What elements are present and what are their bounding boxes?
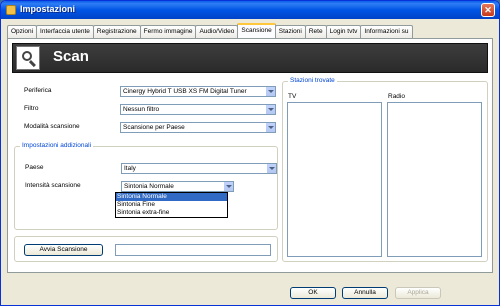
modalita-label: Modalità scansione: [24, 123, 80, 130]
tab-opzioni[interactable]: Opzioni: [7, 25, 38, 38]
start-scan-button[interactable]: Avvia Scansione: [24, 244, 103, 256]
close-button[interactable]: ✕: [481, 3, 495, 17]
ok-button[interactable]: OK: [290, 287, 336, 299]
apply-button[interactable]: Applica: [395, 287, 441, 299]
title-bar: Impostazioni ✕: [1, 1, 499, 19]
option-sintonia-normale[interactable]: Sintonia Normale: [116, 193, 227, 201]
settings-window: Impostazioni ✕ Opzioni Interfaccia utente…: [0, 0, 500, 306]
option-sintonia-extra-fine[interactable]: Sintonia extra-fine: [116, 209, 227, 217]
chevron-down-icon: [265, 123, 275, 132]
chevron-down-icon: [266, 164, 276, 173]
tab-bar: Opzioni Interfaccia utente Registrazione Fe…: [7, 23, 413, 38]
tv-list[interactable]: [287, 102, 382, 257]
app-icon: [6, 5, 16, 15]
chevron-down-icon: [265, 87, 275, 96]
periferica-select[interactable]: Cinergy Hybrid T USB XS FM Digital Tuner: [120, 86, 276, 97]
magnifier-icon: [16, 46, 40, 70]
device-group: Periferica Cinergy Hybrid T USB XS FM Di…: [14, 81, 278, 139]
filtro-select[interactable]: Nessun filtro: [120, 104, 276, 115]
additional-settings-label: Impostazioni addizionali: [20, 142, 94, 149]
filtro-label: Filtro: [24, 105, 39, 112]
scan-status-field: [115, 244, 271, 256]
section-title: Scan: [53, 48, 89, 65]
window-title: Impostazioni: [20, 4, 76, 14]
section-header: Scan: [12, 43, 488, 73]
option-sintonia-fine[interactable]: Sintonia Fine: [116, 201, 227, 209]
radio-list[interactable]: [387, 102, 482, 257]
scan-panel: Scan Periferica Cinergy Hybrid T USB XS …: [7, 38, 493, 273]
radio-label: Radio: [388, 93, 405, 100]
tab-audio-video[interactable]: Audio/Video: [195, 25, 239, 38]
tab-login-tvtv[interactable]: Login tvtv: [325, 25, 362, 38]
tab-interfaccia-utente[interactable]: Interfaccia utente: [36, 25, 94, 38]
tab-fermo-immagine[interactable]: Fermo immagine: [139, 25, 197, 38]
paese-select[interactable]: Italy: [121, 163, 277, 174]
cancel-button[interactable]: Annulla: [342, 287, 388, 299]
tab-rete[interactable]: Rete: [304, 25, 327, 38]
intensita-label: Intensità scansione: [25, 182, 81, 189]
modalita-select[interactable]: Scansione per Paese: [120, 122, 276, 133]
intensita-select[interactable]: Sintonia Normale: [121, 181, 234, 192]
tv-label: TV: [288, 93, 297, 100]
paese-label: Paese: [25, 164, 44, 171]
intensita-dropdown: Sintonia Normale Sintonia Fine Sintonia …: [115, 192, 228, 218]
tab-scansione[interactable]: Scansione: [237, 23, 276, 38]
tab-informazioni-su[interactable]: Informazioni su: [360, 25, 413, 38]
tab-registrazione[interactable]: Registrazione: [92, 25, 141, 38]
chevron-down-icon: [223, 182, 233, 191]
periferica-label: Periferica: [24, 87, 52, 94]
found-stations-label: Stazioni trovate: [288, 77, 337, 84]
found-stations-group: Stazioni trovate TV Radio: [282, 77, 488, 262]
scan-controls-group: Avvia Scansione: [14, 236, 278, 262]
tab-stazioni[interactable]: Stazioni: [274, 25, 306, 38]
chevron-down-icon: [265, 105, 275, 114]
